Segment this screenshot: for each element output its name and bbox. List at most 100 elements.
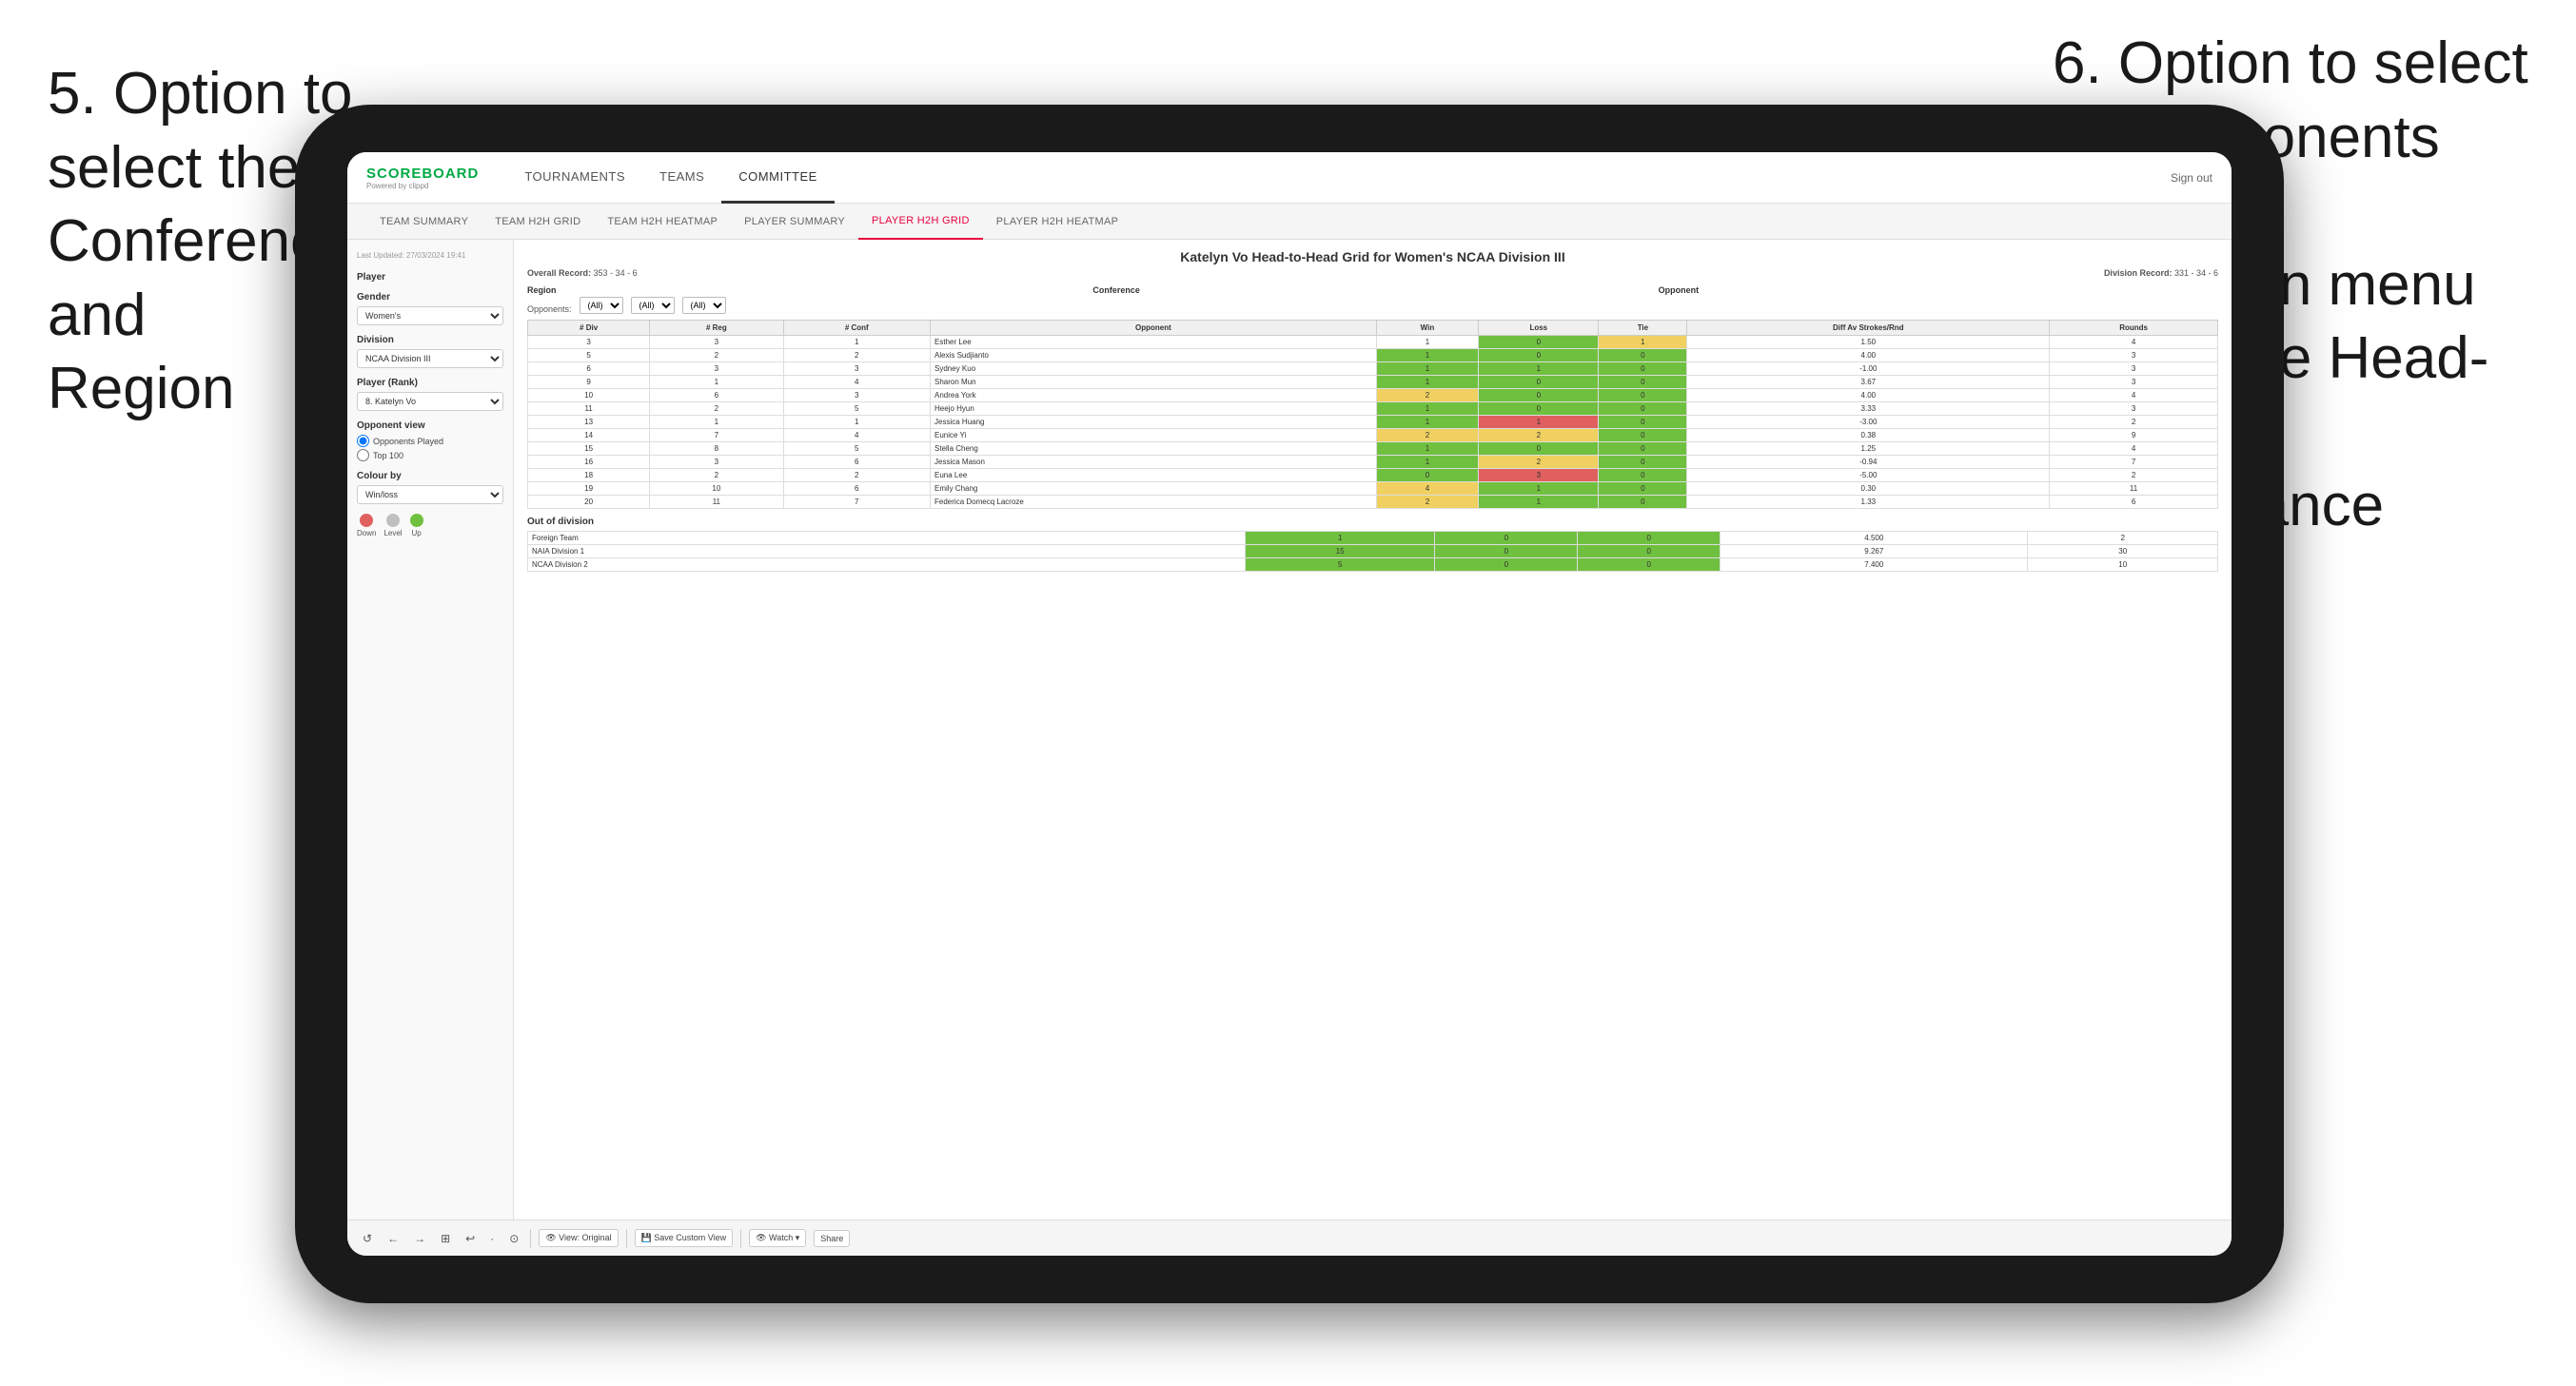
opponent-view-label: Opponent view — [357, 420, 503, 431]
conference-select[interactable]: (All) — [631, 297, 675, 314]
toolbar-return[interactable]: ↩ — [462, 1230, 479, 1247]
legend-up-dot — [410, 514, 423, 527]
cell-conf: 1 — [783, 336, 930, 349]
filter-section: Region Conference Opponent Opponents: — [527, 285, 2218, 314]
th-diff: Diff Av Strokes/Rnd — [1687, 321, 2050, 336]
ood-tie: 0 — [1578, 545, 1721, 558]
cell-tie: 0 — [1599, 496, 1687, 509]
nav-teams[interactable]: TEAMS — [642, 152, 721, 204]
toolbar-undo[interactable]: ↺ — [359, 1230, 376, 1247]
sub-nav-player-summary[interactable]: PLAYER SUMMARY — [731, 204, 858, 240]
cell-rounds: 7 — [2050, 456, 2218, 469]
opponent-select[interactable]: (All) — [682, 297, 726, 314]
colour-by-select[interactable]: Win/loss — [357, 485, 503, 504]
region-select[interactable]: (All) — [580, 297, 623, 314]
toolbar-dot[interactable]: · — [486, 1230, 498, 1247]
cell-win: 1 — [1376, 376, 1479, 389]
ood-win: 5 — [1245, 558, 1434, 572]
cell-diff: 0.30 — [1687, 482, 2050, 496]
logo-text: SCOREBOARD — [366, 166, 479, 182]
toolbar-forward[interactable]: → — [410, 1230, 429, 1247]
cell-opponent: Jessica Huang — [931, 416, 1377, 429]
cell-tie: 1 — [1599, 336, 1687, 349]
table-row: 10 6 3 Andrea York 2 0 0 4.00 4 — [528, 389, 2218, 402]
legend-up: Up — [410, 514, 423, 537]
table-row: 6 3 3 Sydney Kuo 1 1 0 -1.00 3 — [528, 362, 2218, 376]
legend-level-dot — [386, 514, 400, 527]
cell-conf: 2 — [783, 349, 930, 362]
cell-div: 14 — [528, 429, 650, 442]
player-label: Player — [357, 272, 503, 283]
save-custom-view-button[interactable]: 💾 Save Custom View — [635, 1229, 734, 1247]
toolbar-circle[interactable]: ⊙ — [505, 1230, 522, 1247]
cell-reg: 11 — [650, 496, 783, 509]
cell-div: 3 — [528, 336, 650, 349]
toolbar-divider-1 — [530, 1229, 531, 1248]
out-of-division-table: Foreign Team 1 0 0 4.500 2 NAIA Division… — [527, 531, 2218, 572]
cell-loss: 0 — [1479, 336, 1599, 349]
sub-nav-player-h2h-heatmap[interactable]: PLAYER H2H HEATMAP — [983, 204, 1131, 240]
cell-diff: -5.00 — [1687, 469, 2050, 482]
content-area: Katelyn Vo Head-to-Head Grid for Women's… — [514, 240, 2232, 1220]
cell-reg: 6 — [650, 389, 783, 402]
player-h2h-table: # Div # Reg # Conf Opponent Win Loss Tie… — [527, 320, 2218, 509]
radio-opponents-played[interactable]: Opponents Played — [357, 435, 503, 447]
cell-tie: 0 — [1599, 402, 1687, 416]
cell-conf: 6 — [783, 482, 930, 496]
cell-reg: 1 — [650, 416, 783, 429]
cell-win: 1 — [1376, 362, 1479, 376]
sub-nav-player-h2h-grid[interactable]: PLAYER H2H GRID — [858, 204, 983, 240]
cell-win: 1 — [1376, 402, 1479, 416]
th-loss: Loss — [1479, 321, 1599, 336]
cell-rounds: 11 — [2050, 482, 2218, 496]
table-row: 11 2 5 Heejo Hyun 1 0 0 3.33 3 — [528, 402, 2218, 416]
sub-nav-team-h2h-grid[interactable]: TEAM H2H GRID — [482, 204, 594, 240]
cell-tie: 0 — [1599, 389, 1687, 402]
cell-tie: 0 — [1599, 416, 1687, 429]
table-row: 9 1 4 Sharon Mun 1 0 0 3.67 3 — [528, 376, 2218, 389]
division-select[interactable]: NCAA Division III — [357, 349, 503, 368]
sidebar-opponent-view-section: Opponent view Opponents Played Top 100 — [357, 420, 503, 461]
view-original-button[interactable]: 👁 View: Original — [539, 1229, 618, 1247]
radio-top100[interactable]: Top 100 — [357, 449, 503, 461]
cell-conf: 6 — [783, 456, 930, 469]
toolbar-grid[interactable]: ⊞ — [437, 1230, 454, 1247]
toolbar-back[interactable]: ← — [383, 1230, 403, 1247]
overall-record: Overall Record: 353 - 34 - 6 — [527, 268, 638, 278]
cell-tie: 0 — [1599, 469, 1687, 482]
player-rank-select[interactable]: 8. Katelyn Vo — [357, 392, 503, 411]
cell-opponent: Sydney Kuo — [931, 362, 1377, 376]
cell-win: 4 — [1376, 482, 1479, 496]
sign-out-button[interactable]: Sign out — [2171, 171, 2212, 185]
legend-down-dot — [360, 514, 373, 527]
cell-loss: 2 — [1479, 456, 1599, 469]
th-conf: # Conf — [783, 321, 930, 336]
sub-nav-team-summary[interactable]: TEAM SUMMARY — [366, 204, 482, 240]
cell-conf: 4 — [783, 376, 930, 389]
table-row: 13 1 1 Jessica Huang 1 1 0 -3.00 2 — [528, 416, 2218, 429]
nav-committee[interactable]: COMMITTEE — [721, 152, 835, 204]
cell-tie: 0 — [1599, 376, 1687, 389]
gender-label: Gender — [357, 292, 503, 303]
cell-conf: 1 — [783, 416, 930, 429]
cell-diff: 1.33 — [1687, 496, 2050, 509]
colour-by-label: Colour by — [357, 471, 503, 481]
nav-tournaments[interactable]: TOURNAMENTS — [507, 152, 642, 204]
cell-conf: 4 — [783, 429, 930, 442]
cell-win: 1 — [1376, 456, 1479, 469]
gender-select[interactable]: Women's — [357, 306, 503, 325]
filter-row: Region Conference Opponent — [527, 285, 2218, 297]
nav-items: TOURNAMENTS TEAMS COMMITTEE — [507, 152, 2171, 204]
share-button[interactable]: Share — [814, 1230, 850, 1247]
cell-loss: 1 — [1479, 482, 1599, 496]
logo: SCOREBOARD Powered by clippd — [366, 166, 479, 190]
cell-opponent: Emily Chang — [931, 482, 1377, 496]
th-win: Win — [1376, 321, 1479, 336]
cell-diff: -0.94 — [1687, 456, 2050, 469]
watch-button[interactable]: 👁 Watch ▾ — [749, 1229, 806, 1247]
report-title: Katelyn Vo Head-to-Head Grid for Women's… — [527, 249, 2218, 264]
sub-nav-team-h2h-heatmap[interactable]: TEAM H2H HEATMAP — [594, 204, 731, 240]
cell-opponent: Sharon Mun — [931, 376, 1377, 389]
ood-tie: 0 — [1578, 558, 1721, 572]
cell-opponent: Eunice Yi — [931, 429, 1377, 442]
